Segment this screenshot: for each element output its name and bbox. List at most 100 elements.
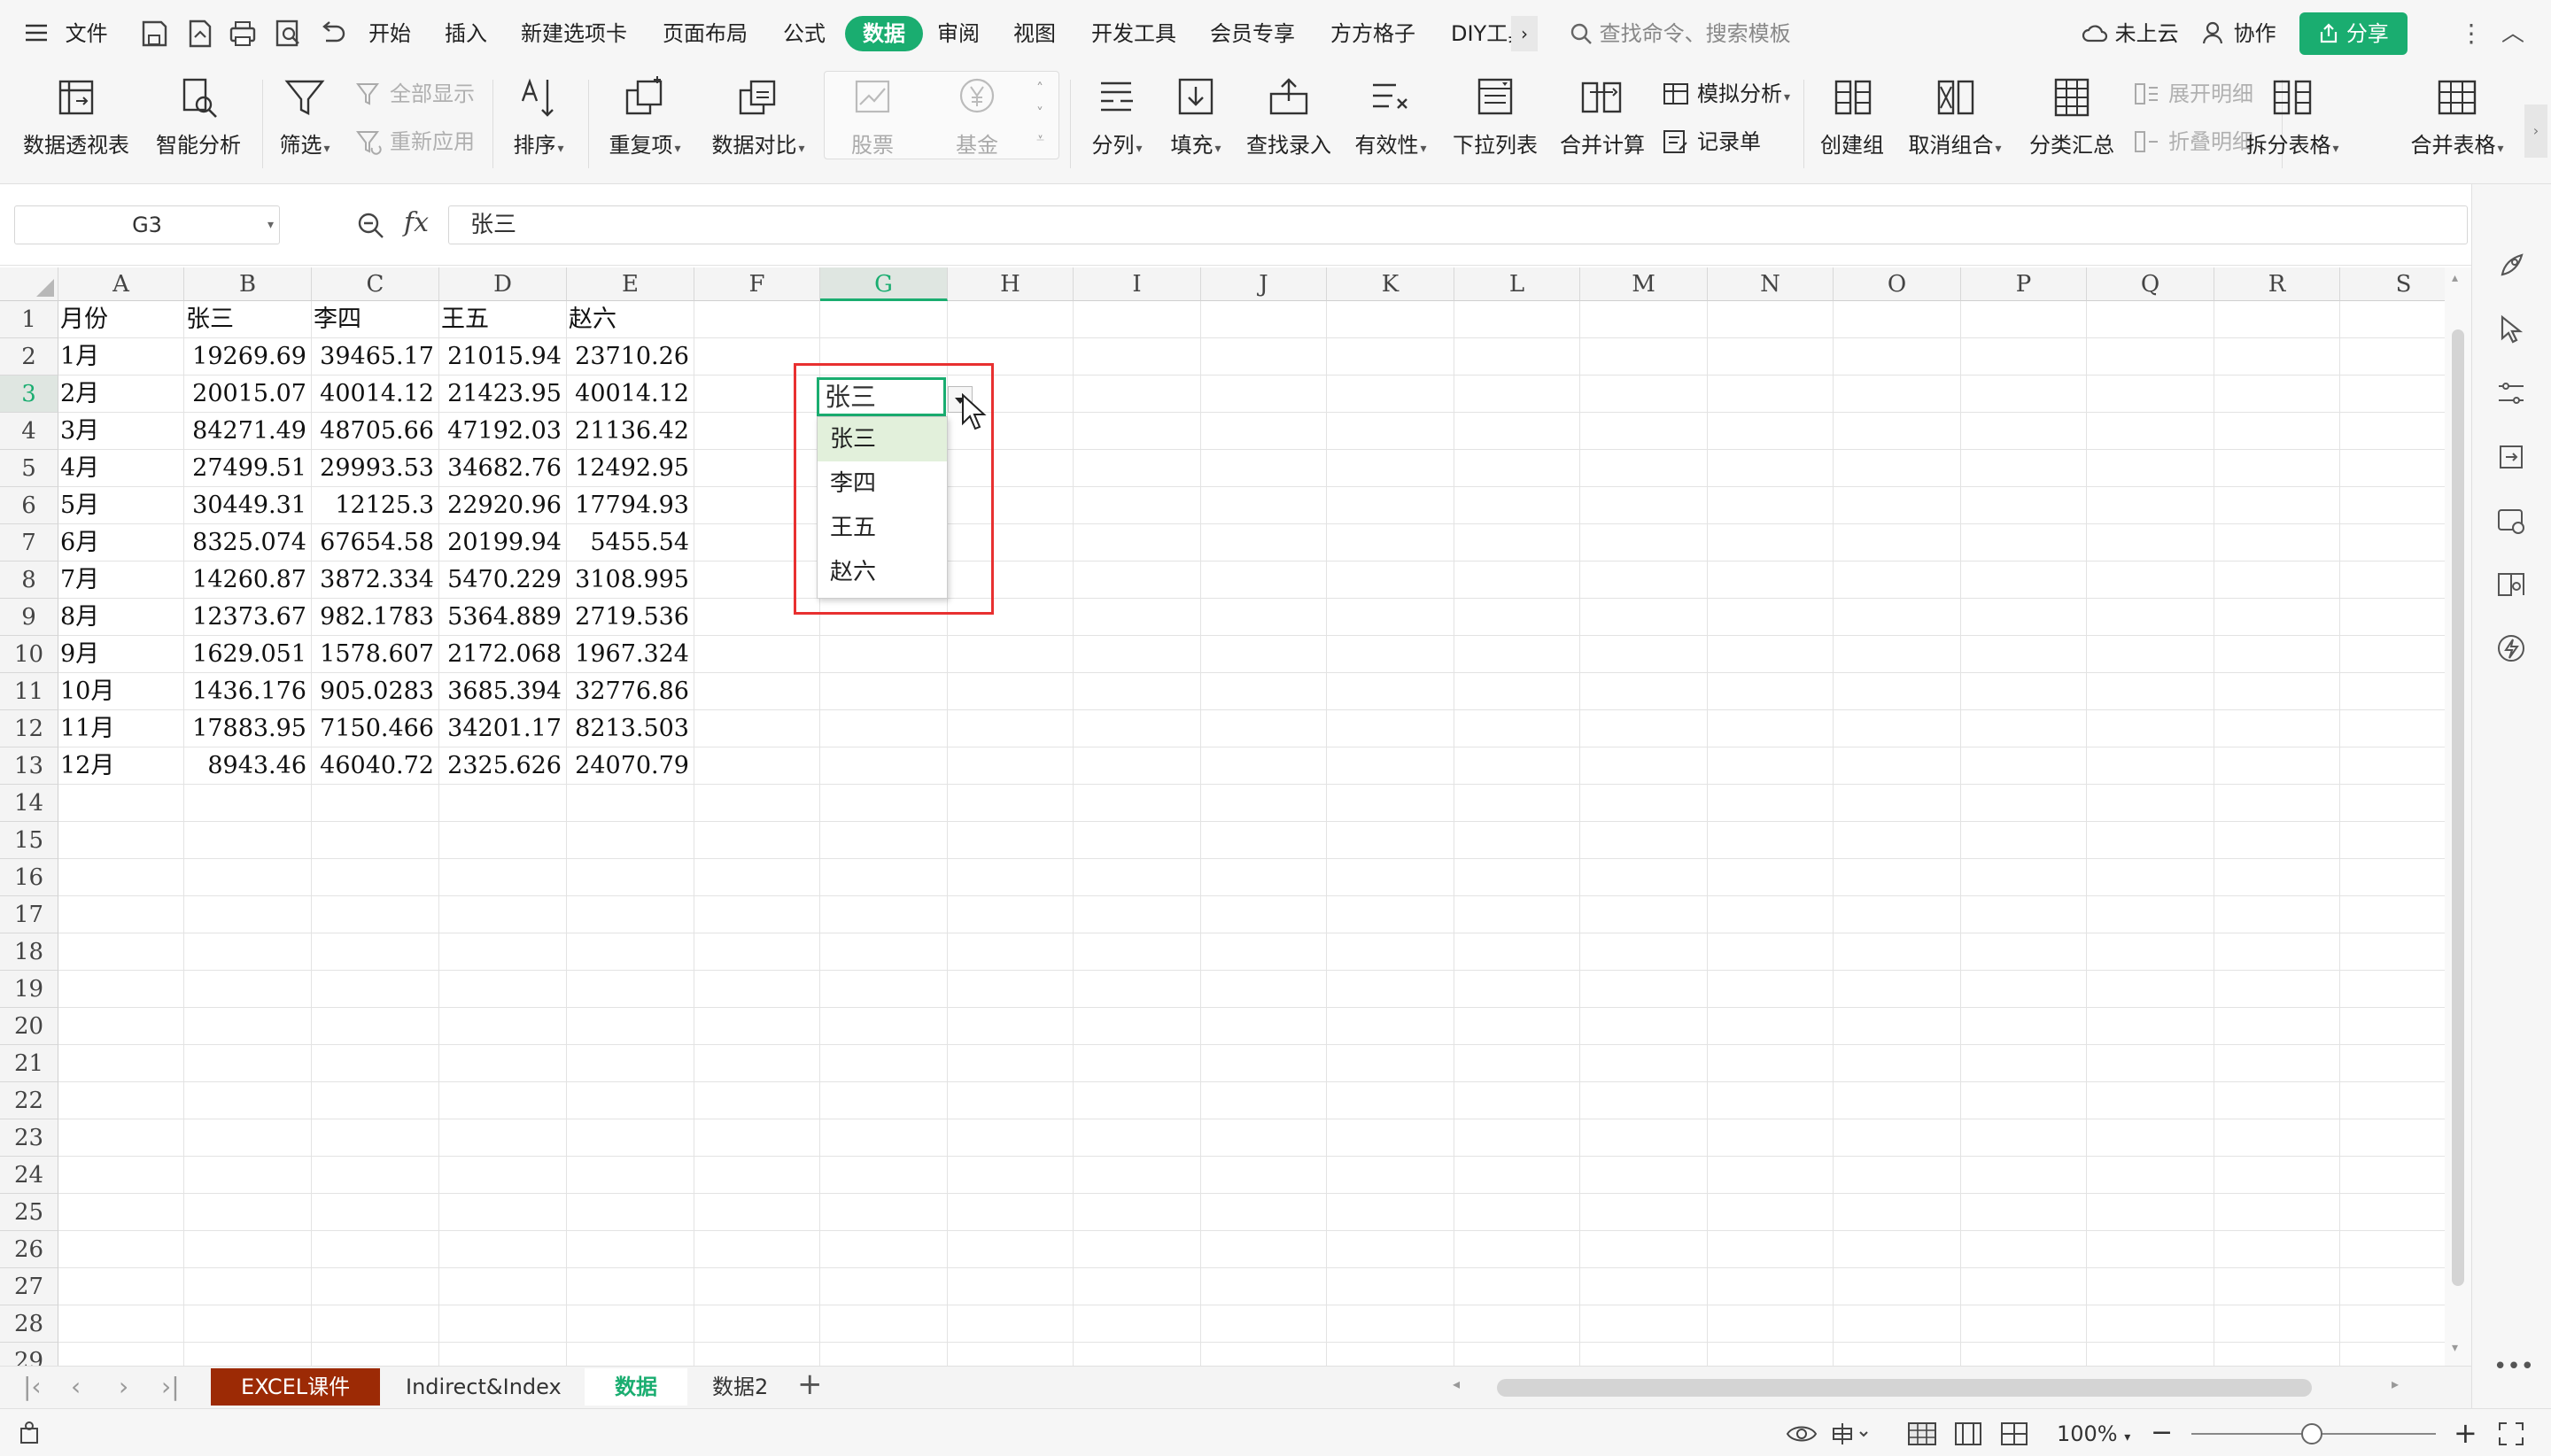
table-cell[interactable]: 张三 bbox=[186, 301, 310, 338]
menu-home[interactable]: 开始 bbox=[368, 16, 411, 51]
table-cell[interactable]: 32776.86 bbox=[569, 673, 693, 710]
data-compare-button[interactable]: 数据对比 ▾ bbox=[705, 74, 811, 181]
table-cell[interactable]: 20199.94 bbox=[441, 524, 565, 561]
table-cell[interactable]: 8943.46 bbox=[186, 747, 310, 785]
table-cell[interactable]: 12125.3 bbox=[314, 487, 438, 524]
merge-calc-button[interactable]: 合并计算 bbox=[1555, 74, 1649, 181]
table-cell[interactable]: 3月 bbox=[60, 413, 182, 450]
fullscreen-icon[interactable] bbox=[2496, 1420, 2526, 1448]
menu-data[interactable]: 数据 bbox=[845, 16, 923, 51]
table-cell[interactable]: 8月 bbox=[60, 599, 182, 636]
row-header[interactable]: 25 bbox=[0, 1194, 58, 1231]
formula-input[interactable]: 张三 bbox=[448, 205, 2468, 244]
column-header[interactable]: C bbox=[312, 267, 439, 301]
table-cell[interactable]: 5455.54 bbox=[569, 524, 693, 561]
row-header[interactable]: 13 bbox=[0, 747, 58, 785]
table-cell[interactable]: 14260.87 bbox=[186, 561, 310, 599]
zoom-out-button[interactable]: − bbox=[2151, 1420, 2173, 1448]
row-header[interactable]: 5 bbox=[0, 450, 58, 487]
table-cell[interactable]: 67654.58 bbox=[314, 524, 438, 561]
more-vertical-icon[interactable]: ⋮ bbox=[2459, 16, 2484, 51]
row-header[interactable]: 17 bbox=[0, 896, 58, 933]
table-cell[interactable]: 23710.26 bbox=[569, 338, 693, 376]
horizontal-scrollbar[interactable]: ◂ ▸ bbox=[1453, 1375, 2427, 1398]
table-cell[interactable]: 34201.17 bbox=[441, 710, 565, 747]
row-header[interactable]: 10 bbox=[0, 636, 58, 673]
smart-analysis-button[interactable]: 智能分析 bbox=[152, 74, 244, 181]
sliders-icon[interactable] bbox=[2495, 377, 2527, 409]
row-header[interactable]: 27 bbox=[0, 1268, 58, 1305]
table-cell[interactable]: 3872.334 bbox=[314, 561, 438, 599]
table-cell[interactable]: 7月 bbox=[60, 561, 182, 599]
table-cell[interactable]: 40014.12 bbox=[314, 376, 438, 413]
row-header[interactable]: 2 bbox=[0, 338, 58, 376]
table-cell[interactable]: 5470.229 bbox=[441, 561, 565, 599]
vertical-scroll-thumb[interactable] bbox=[2452, 329, 2464, 1286]
table-cell[interactable]: 5月 bbox=[60, 487, 182, 524]
table-cell[interactable]: 29993.53 bbox=[314, 450, 438, 487]
column-header[interactable]: J bbox=[1201, 267, 1327, 301]
table-cell[interactable]: 30449.31 bbox=[186, 487, 310, 524]
table-cell[interactable]: 12492.95 bbox=[569, 450, 693, 487]
table-cell[interactable]: 3685.394 bbox=[441, 673, 565, 710]
menu-view[interactable]: 视图 bbox=[1013, 16, 1056, 51]
table-cell[interactable]: 12月 bbox=[60, 747, 182, 785]
sheet-tab-data[interactable]: 数据 bbox=[585, 1368, 687, 1406]
table-cell[interactable]: 8325.074 bbox=[186, 524, 310, 561]
column-header[interactable]: K bbox=[1327, 267, 1454, 301]
table-cell[interactable]: 21015.94 bbox=[441, 338, 565, 376]
column-header[interactable]: F bbox=[694, 267, 820, 301]
row-header[interactable]: 16 bbox=[0, 859, 58, 896]
menu-member[interactable]: 会员专享 bbox=[1210, 16, 1295, 51]
table-cell[interactable]: 48705.66 bbox=[314, 413, 438, 450]
row-header[interactable]: 1 bbox=[0, 301, 58, 338]
table-cell[interactable]: 王五 bbox=[441, 301, 565, 338]
dropdown-list-button[interactable]: 下拉列表 bbox=[1449, 74, 1541, 181]
row-header[interactable]: 26 bbox=[0, 1231, 58, 1268]
row-header[interactable]: 20 bbox=[0, 1008, 58, 1045]
sheet-tab-data2[interactable]: 数据2 bbox=[682, 1368, 798, 1406]
column-header[interactable]: E bbox=[567, 267, 694, 301]
row-header[interactable]: 15 bbox=[0, 822, 58, 859]
table-cell[interactable]: 10月 bbox=[60, 673, 182, 710]
lookup-entry-button[interactable]: 查找录入 bbox=[1240, 74, 1338, 181]
row-header[interactable]: 22 bbox=[0, 1082, 58, 1119]
menu-formula[interactable]: 公式 bbox=[783, 16, 826, 51]
table-cell[interactable]: 4月 bbox=[60, 450, 182, 487]
normal-view-icon[interactable] bbox=[1906, 1420, 1938, 1448]
row-header[interactable]: 4 bbox=[0, 413, 58, 450]
table-cell[interactable]: 8213.503 bbox=[569, 710, 693, 747]
subtotal-button[interactable]: 分类汇总 bbox=[2023, 74, 2121, 181]
reading-mode-icon[interactable] bbox=[1830, 1420, 1871, 1448]
image-edit-icon[interactable] bbox=[2495, 505, 2527, 537]
zoom-in-button[interactable]: + bbox=[2454, 1419, 2477, 1448]
print-icon[interactable] bbox=[227, 18, 259, 50]
dropdown-option[interactable]: 赵六 bbox=[818, 550, 947, 594]
row-header[interactable]: 19 bbox=[0, 971, 58, 1008]
table-cell[interactable]: 19269.69 bbox=[186, 338, 310, 376]
horizontal-scroll-thumb[interactable] bbox=[1497, 1379, 2312, 1397]
table-cell[interactable]: 20015.07 bbox=[186, 376, 310, 413]
row-header[interactable]: 9 bbox=[0, 599, 58, 636]
split-table-button[interactable]: 拆分表格 ▾ bbox=[2239, 74, 2346, 181]
command-search[interactable]: 查找命令、搜索模板 bbox=[1570, 16, 1791, 51]
scroll-down-icon[interactable]: ▾ bbox=[2452, 1341, 2458, 1355]
table-cell[interactable]: 李四 bbox=[314, 301, 438, 338]
table-cell[interactable]: 40014.12 bbox=[569, 376, 693, 413]
book-search-icon[interactable] bbox=[2495, 569, 2527, 600]
table-cell[interactable]: 7150.466 bbox=[314, 710, 438, 747]
row-header[interactable]: 28 bbox=[0, 1305, 58, 1343]
table-cell[interactable]: 12373.67 bbox=[186, 599, 310, 636]
menu-developer[interactable]: 开发工具 bbox=[1091, 16, 1176, 51]
column-header[interactable]: P bbox=[1961, 267, 2087, 301]
row-header[interactable]: 23 bbox=[0, 1119, 58, 1157]
column-header[interactable]: H bbox=[948, 267, 1074, 301]
row-header[interactable]: 12 bbox=[0, 710, 58, 747]
column-header[interactable]: N bbox=[1708, 267, 1834, 301]
collapse-detail-button[interactable]: 折叠明细 bbox=[2133, 124, 2253, 159]
export-icon[interactable] bbox=[184, 18, 216, 50]
row-header[interactable]: 8 bbox=[0, 561, 58, 599]
macro-record-icon[interactable] bbox=[16, 1420, 44, 1448]
save-icon[interactable] bbox=[138, 18, 170, 50]
column-header[interactable]: I bbox=[1074, 267, 1201, 301]
